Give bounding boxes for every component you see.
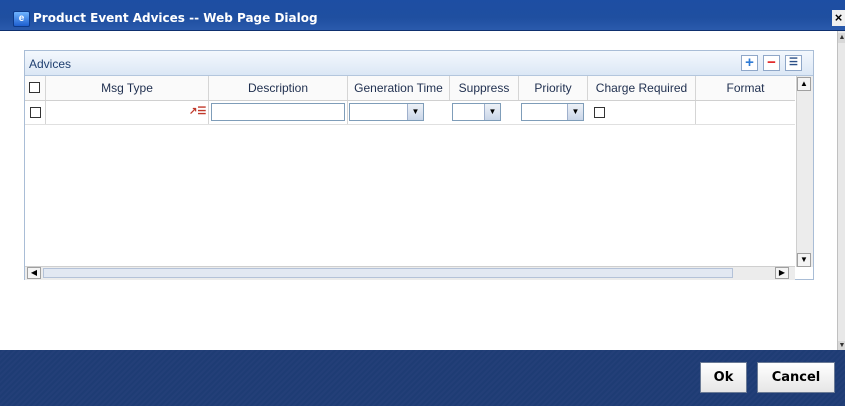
- scroll-down-icon[interactable]: ▼: [797, 253, 811, 267]
- dialog-app-icon: e: [13, 11, 30, 27]
- ok-button[interactable]: Ok: [700, 362, 747, 393]
- row-select-cell: [25, 101, 46, 124]
- dialog-title-bar: e Product Event Advices -- Web Page Dial…: [0, 0, 845, 31]
- generation-time-cell: ▼: [348, 101, 449, 124]
- priority-cell: ▼: [519, 101, 587, 124]
- advices-panel-header: Advices + − ☰: [25, 51, 813, 76]
- column-header-charge-required[interactable]: Charge Required: [588, 76, 696, 100]
- msg-type-cell: ↗☰: [46, 101, 209, 124]
- scroll-left-icon[interactable]: ◀: [27, 267, 41, 279]
- charge-required-cell: [588, 101, 696, 124]
- row-select-checkbox[interactable]: [30, 107, 41, 118]
- column-header-msg-type[interactable]: Msg Type: [46, 76, 209, 100]
- advices-panel: Advices + − ☰ Msg Type Description Gener…: [24, 50, 814, 280]
- close-icon[interactable]: ×: [832, 10, 845, 26]
- chevron-down-icon[interactable]: ▼: [567, 104, 583, 120]
- dialog-footer: Ok Cancel: [0, 350, 845, 406]
- single-view-button[interactable]: ☰: [785, 55, 802, 71]
- grid-horizontal-scrollbar[interactable]: ◀ ▶: [25, 266, 795, 280]
- scroll-right-icon[interactable]: ▶: [775, 267, 789, 279]
- column-header-suppress[interactable]: Suppress: [450, 76, 519, 100]
- select-all-cell: [25, 76, 46, 100]
- charge-required-checkbox[interactable]: [594, 107, 605, 118]
- select-all-checkbox[interactable]: [29, 82, 40, 93]
- delete-row-button[interactable]: −: [763, 55, 780, 71]
- advices-panel-title: Advices: [29, 57, 72, 71]
- dialog-vertical-scrollbar[interactable]: ▲ ▼: [837, 31, 845, 351]
- column-header-priority[interactable]: Priority: [519, 76, 588, 100]
- scroll-up-icon[interactable]: ▲: [797, 77, 811, 91]
- column-header-description[interactable]: Description: [209, 76, 348, 100]
- column-header-generation-time[interactable]: Generation Time: [348, 76, 450, 100]
- format-cell[interactable]: [696, 101, 795, 124]
- priority-select[interactable]: ▼: [521, 103, 584, 121]
- description-cell: [209, 101, 348, 124]
- table-row: ↗☰ ▼ ▼ ▼: [25, 101, 795, 125]
- cancel-button[interactable]: Cancel: [757, 362, 835, 393]
- add-row-button[interactable]: +: [741, 55, 758, 71]
- generation-time-select[interactable]: ▼: [349, 103, 424, 121]
- suppress-cell: ▼: [450, 101, 518, 124]
- grid-vertical-scrollbar[interactable]: ▲ ▼: [796, 76, 813, 267]
- column-header-format[interactable]: Format: [696, 76, 795, 100]
- scroll-up-icon[interactable]: ▲: [838, 33, 845, 43]
- horizontal-scroll-thumb[interactable]: [43, 268, 733, 278]
- suppress-select[interactable]: ▼: [452, 103, 501, 121]
- description-input[interactable]: [211, 103, 345, 121]
- list-of-values-icon[interactable]: ↗☰: [189, 105, 206, 118]
- chevron-down-icon[interactable]: ▼: [484, 104, 500, 120]
- grid-header: Msg Type Description Generation Time Sup…: [25, 76, 795, 101]
- dialog-title: Product Event Advices -- Web Page Dialog: [33, 11, 318, 25]
- chevron-down-icon[interactable]: ▼: [407, 104, 423, 120]
